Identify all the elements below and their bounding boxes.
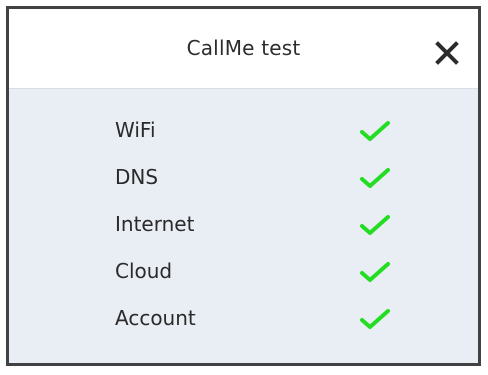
test-label: Cloud: [115, 259, 173, 283]
test-label: Internet: [115, 212, 195, 236]
test-label: DNS: [115, 165, 159, 189]
test-row-cloud: Cloud: [9, 256, 478, 286]
test-row-dns: DNS: [9, 162, 478, 192]
test-label: Account: [115, 306, 196, 330]
callme-test-dialog: CallMe test WiFi DNS Internet Cloud Acco…: [6, 6, 481, 366]
checkmark-icon: [360, 309, 390, 329]
test-row-internet: Internet: [9, 209, 478, 239]
dialog-title: CallMe test: [186, 36, 301, 60]
checkmark-icon: [360, 262, 390, 282]
test-label: WiFi: [115, 118, 156, 142]
checkmark-icon: [360, 121, 390, 141]
close-icon: [435, 41, 459, 65]
checkmark-icon: [360, 215, 390, 235]
test-row-account: Account: [9, 303, 478, 333]
test-row-wifi: WiFi: [9, 115, 478, 145]
close-button[interactable]: [435, 41, 459, 65]
dialog-header: CallMe test: [9, 9, 478, 89]
checkmark-icon: [360, 168, 390, 188]
